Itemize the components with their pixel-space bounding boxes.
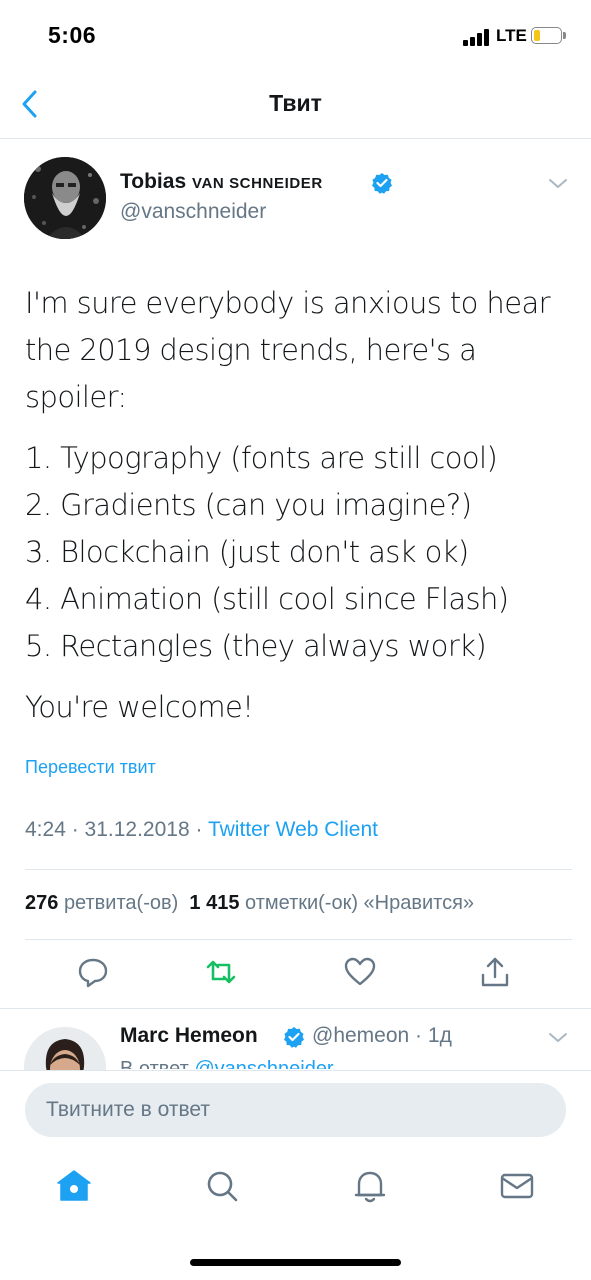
tweet-actions — [0, 955, 591, 995]
home-icon[interactable] — [54, 1166, 94, 1206]
retweet-icon[interactable] — [204, 955, 238, 989]
reply-icon[interactable] — [76, 955, 110, 989]
battery-icon — [531, 27, 562, 44]
messages-envelope-icon[interactable] — [497, 1166, 537, 1206]
verified-badge-icon — [371, 172, 393, 194]
reply-author-name[interactable]: Marc Hemeon — [120, 1024, 258, 1048]
status-time: 5:06 — [48, 22, 97, 48]
home-indicator — [190, 1259, 401, 1266]
search-icon[interactable] — [202, 1166, 242, 1206]
page-title: Твит — [269, 90, 322, 116]
status-bar: 5:06 LTE — [0, 0, 591, 70]
reply-age: 1д — [427, 1024, 452, 1047]
share-icon[interactable] — [478, 955, 512, 989]
tweet-meta: 4:24 · 31.12.2018 · Twitter Web Client — [25, 818, 378, 841]
list-item: 5. Rectangles (they always work) — [25, 629, 487, 663]
tweet-stats: 276 ретвита(-ов) 1 415 отметки(-ок) «Нра… — [25, 892, 474, 915]
like-icon[interactable] — [343, 955, 377, 989]
retweets-stat[interactable]: 276 ретвита(-ов) — [25, 892, 178, 914]
chevron-down-icon[interactable] — [547, 1031, 569, 1045]
reply-compose-input[interactable]: Твитните в ответ — [25, 1083, 566, 1137]
author-avatar[interactable] — [24, 157, 106, 239]
tweet-closing: You're welcome! — [25, 690, 254, 724]
list-item: 4. Animation (still cool since Flash) — [25, 582, 509, 616]
list-item: 1. Typography (fonts are still cool) — [25, 441, 498, 475]
tweet-time: 4:24 — [25, 818, 66, 841]
network-type: LTE — [496, 26, 527, 45]
divider — [0, 1070, 591, 1071]
author-name[interactable]: Tobias VAN SCHNEIDER — [120, 170, 323, 194]
divider — [0, 1008, 591, 1009]
tweet-text: I'm sure everybody is anxious to hear th… — [25, 280, 570, 731]
nav-bar: Твит — [0, 70, 591, 139]
reply-to-line: В ответ @vanschneider — [120, 1058, 334, 1069]
author-handle[interactable]: @vanschneider — [120, 200, 266, 224]
list-item: 2. Gradients (can you imagine?) — [25, 488, 472, 522]
signal-icon — [463, 28, 493, 46]
list-item: 3. Blockchain (just don't ask ok) — [25, 535, 469, 569]
verified-badge-icon — [283, 1026, 305, 1048]
reply-handle[interactable]: @hemeon · 1д — [312, 1024, 452, 1048]
divider — [25, 939, 572, 940]
chevron-down-icon[interactable] — [547, 177, 569, 191]
likes-stat[interactable]: 1 415 отметки(-ок) «Нравится» — [189, 892, 474, 914]
notifications-bell-icon[interactable] — [350, 1166, 390, 1206]
tab-bar — [0, 1160, 591, 1220]
compose-placeholder: Твитните в ответ — [46, 1098, 210, 1121]
tweet-client-link[interactable]: Twitter Web Client — [208, 818, 378, 841]
tweet-date: 31.12.2018 — [84, 818, 190, 841]
translate-tweet-link[interactable]: Перевести твит — [25, 757, 156, 778]
divider — [25, 869, 572, 870]
tweet-intro: I'm sure everybody is anxious to hear th… — [25, 286, 551, 414]
